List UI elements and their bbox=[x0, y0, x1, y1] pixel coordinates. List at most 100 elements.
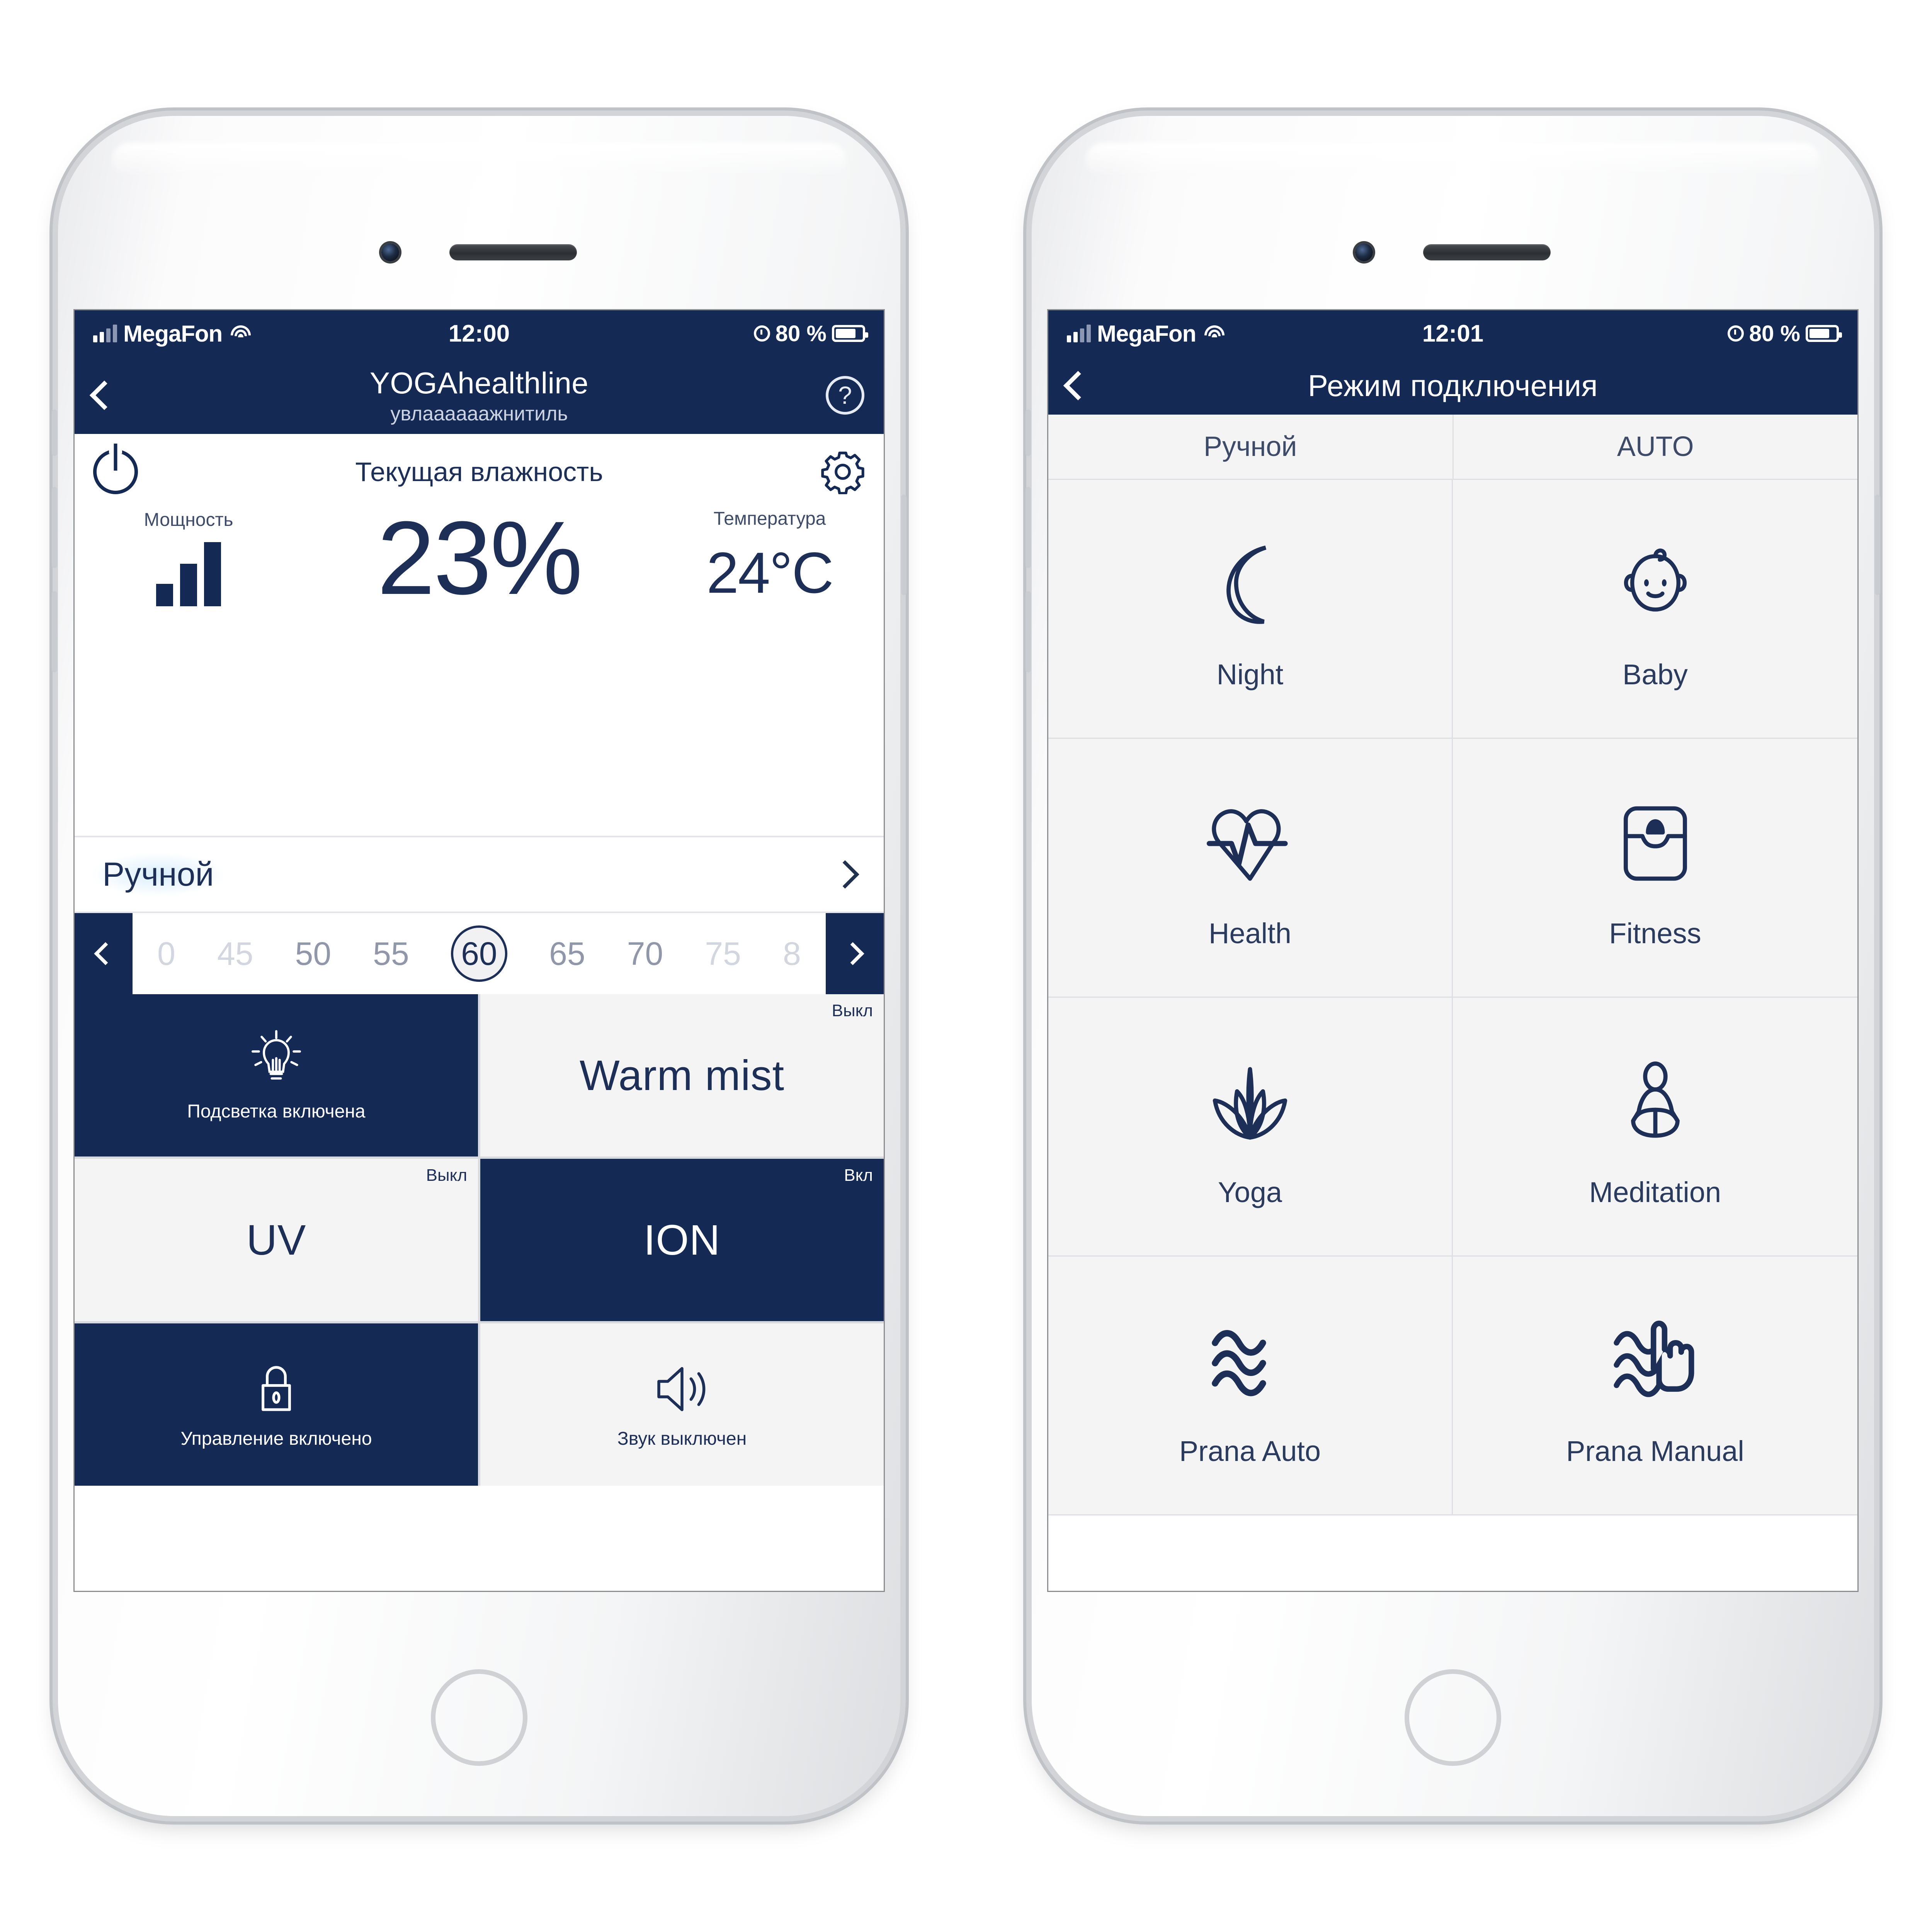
tile-label: Управление включено bbox=[180, 1428, 372, 1449]
mute-switch[interactable] bbox=[52, 410, 57, 456]
chevron-left-icon[interactable] bbox=[75, 913, 133, 994]
mode-selector-row[interactable]: Ручной bbox=[75, 836, 884, 913]
back-chevron-icon[interactable] bbox=[1063, 371, 1093, 401]
navigation-bar: Режим подключения bbox=[1048, 357, 1857, 415]
mode-label: Prana Auto bbox=[1179, 1435, 1321, 1467]
slider-tick[interactable]: 65 bbox=[549, 935, 585, 973]
slider-tick[interactable]: 0 bbox=[157, 935, 175, 973]
metrics-row: Мощность 23% Температура 24°C bbox=[93, 500, 865, 616]
status-bar: MegaFon 12:01 80 % bbox=[1048, 310, 1857, 357]
mode-cell-meditation[interactable]: Meditation bbox=[1453, 998, 1857, 1257]
power-icon[interactable] bbox=[93, 449, 138, 494]
page-title: Режим подключения bbox=[1308, 368, 1598, 403]
chevron-right-icon[interactable] bbox=[826, 913, 884, 994]
earpiece-speaker bbox=[1423, 244, 1551, 260]
slider-tick-selected[interactable]: 60 bbox=[451, 925, 507, 982]
slider-tick[interactable]: 70 bbox=[627, 935, 663, 973]
page-subtitle: увлаааааажнитиль bbox=[390, 402, 568, 425]
navigation-titles: Режим подключения bbox=[1048, 368, 1857, 403]
temperature-value: 24°C bbox=[706, 540, 833, 605]
navigation-titles: YOGAhealthline увлаааааажнитиль bbox=[75, 366, 884, 425]
volume-up-button[interactable] bbox=[1026, 487, 1031, 568]
tile-state-badge: Выкл bbox=[426, 1166, 467, 1185]
mode-label: Yoga bbox=[1218, 1176, 1282, 1208]
home-button[interactable] bbox=[1405, 1669, 1501, 1766]
status-bar: MegaFon 12:00 80 % bbox=[75, 310, 884, 357]
mute-switch[interactable] bbox=[1026, 410, 1031, 456]
power-label: Мощность bbox=[144, 510, 233, 530]
humidity-panel: Текущая влажность Мощность 23% Температу… bbox=[75, 434, 884, 836]
hand-waves-icon bbox=[1607, 1303, 1704, 1419]
home-button[interactable] bbox=[431, 1669, 527, 1766]
temperature-label: Температура bbox=[713, 509, 826, 529]
slider-track[interactable]: 0 45 50 55 60 65 70 75 8 bbox=[133, 913, 826, 994]
panel-header-row: Текущая влажность bbox=[93, 449, 865, 494]
speaker-icon bbox=[651, 1360, 713, 1418]
alarm-clock-icon bbox=[1727, 325, 1744, 342]
tile-ion[interactable]: Вкл ION bbox=[480, 1159, 884, 1321]
tile-uv[interactable]: Выкл UV bbox=[75, 1159, 478, 1321]
tile-state-badge: Вкл bbox=[844, 1166, 873, 1185]
mode-cell-baby[interactable]: Baby bbox=[1453, 480, 1857, 739]
device-top-hardware bbox=[58, 243, 900, 261]
chevron-right-icon bbox=[831, 860, 859, 889]
tile-title: UV bbox=[246, 1216, 306, 1264]
mode-label: Fitness bbox=[1609, 917, 1701, 949]
volume-up-button[interactable] bbox=[52, 487, 57, 568]
slider-tick[interactable]: 45 bbox=[217, 935, 253, 973]
mode-cell-health[interactable]: Health bbox=[1048, 739, 1453, 998]
tab-auto[interactable]: AUTO bbox=[1452, 415, 1858, 479]
mode-cell-night[interactable]: Night bbox=[1048, 480, 1453, 739]
tile-backlight[interactable]: Подсветка включена bbox=[75, 994, 478, 1156]
phone-screen-left: MegaFon 12:00 80 % YOGAhealthline увлааа… bbox=[73, 309, 885, 1592]
temperature-metric: Температура 24°C bbox=[679, 508, 861, 606]
slider-tick[interactable]: 55 bbox=[373, 935, 409, 973]
waves-icon bbox=[1202, 1303, 1298, 1419]
lightbulb-icon bbox=[247, 1029, 305, 1091]
volume-down-button[interactable] bbox=[52, 591, 57, 672]
panel-title: Текущая влажность bbox=[355, 457, 603, 487]
moon-icon bbox=[1208, 527, 1293, 643]
mode-label: Meditation bbox=[1589, 1176, 1721, 1208]
gear-icon[interactable] bbox=[820, 449, 865, 494]
front-camera-icon bbox=[381, 243, 399, 261]
power-side-button[interactable] bbox=[901, 495, 906, 595]
humidity-value: 23% bbox=[377, 500, 583, 616]
mode-label: Prana Manual bbox=[1566, 1435, 1744, 1467]
signal-bars-icon bbox=[98, 541, 279, 606]
battery-icon bbox=[1806, 325, 1842, 342]
phone-device-left: MegaFon 12:00 80 % YOGAhealthline увлааа… bbox=[52, 116, 906, 1816]
mode-cell-prana-manual[interactable]: Prana Manual bbox=[1453, 1257, 1857, 1515]
slider-tick[interactable]: 50 bbox=[295, 935, 331, 973]
phone-screen-right: MegaFon 12:01 80 % Режим подключения Руч… bbox=[1047, 309, 1859, 1592]
mode-cell-yoga[interactable]: Yoga bbox=[1048, 998, 1453, 1257]
phone-device-right: MegaFon 12:01 80 % Режим подключения Руч… bbox=[1026, 116, 1880, 1816]
control-tiles-grid: Подсветка включена Выкл Warm mist Выкл U… bbox=[75, 994, 884, 1486]
earpiece-speaker bbox=[449, 244, 577, 260]
volume-down-button[interactable] bbox=[1026, 591, 1031, 672]
tile-warm-mist[interactable]: Выкл Warm mist bbox=[480, 994, 884, 1156]
help-icon[interactable]: ? bbox=[826, 376, 864, 415]
scales-icon bbox=[1613, 786, 1698, 901]
mode-tabs: Ручной AUTO bbox=[1048, 415, 1857, 480]
mode-label: Baby bbox=[1622, 658, 1688, 690]
screenshot-stage: MegaFon 12:00 80 % YOGAhealthline увлааа… bbox=[0, 0, 1932, 1932]
tab-manual[interactable]: Ручной bbox=[1048, 415, 1452, 479]
slider-tick[interactable]: 75 bbox=[705, 935, 741, 973]
slider-tick[interactable]: 8 bbox=[783, 935, 801, 973]
power-metric: Мощность bbox=[98, 509, 279, 606]
device-top-hardware bbox=[1032, 243, 1874, 261]
power-side-button[interactable] bbox=[1875, 495, 1880, 595]
tile-sound[interactable]: Звук выключен bbox=[480, 1323, 884, 1486]
tile-child-lock[interactable]: Управление включено bbox=[75, 1323, 478, 1486]
humidity-value-block: 23% bbox=[377, 500, 583, 616]
humidity-target-slider[interactable]: 0 45 50 55 60 65 70 75 8 bbox=[75, 913, 884, 994]
tile-label: Звук выключен bbox=[617, 1428, 747, 1449]
tile-label: Подсветка включена bbox=[187, 1101, 366, 1122]
mode-selector-label: Ручной bbox=[92, 853, 224, 896]
mode-cell-fitness[interactable]: Fitness bbox=[1453, 739, 1857, 998]
mode-cell-prana-auto[interactable]: Prana Auto bbox=[1048, 1257, 1453, 1515]
navigation-bar: YOGAhealthline увлаааааажнитиль ? bbox=[75, 357, 884, 434]
back-chevron-icon[interactable] bbox=[89, 380, 119, 410]
tile-title: Warm mist bbox=[579, 1051, 785, 1099]
